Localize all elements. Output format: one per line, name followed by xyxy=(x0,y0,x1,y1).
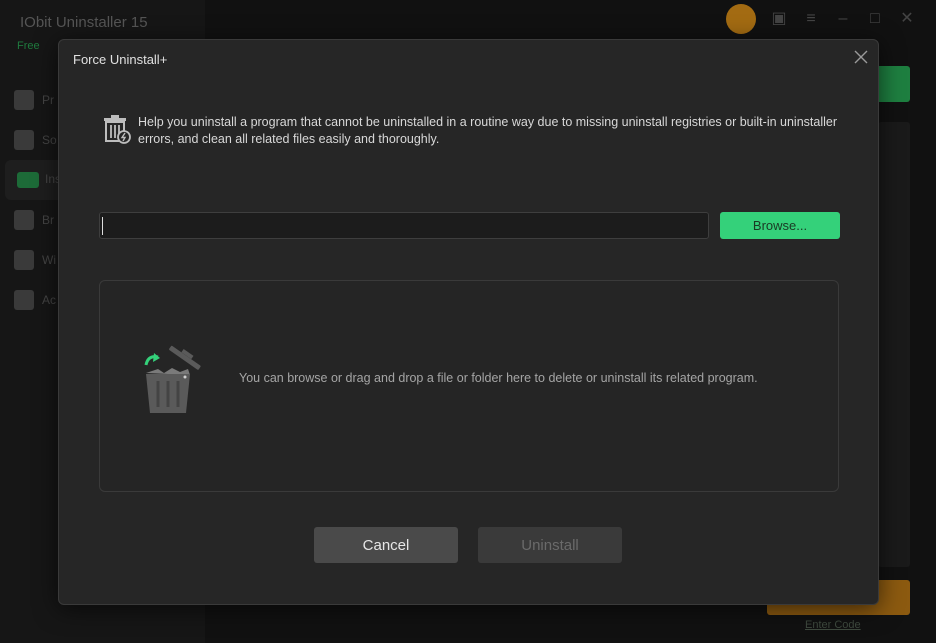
action-center-icon xyxy=(14,290,34,310)
uninstall-button[interactable]: Uninstall xyxy=(478,527,622,563)
sidebar-item-label: So xyxy=(42,133,57,147)
sidebar-item-windows[interactable]: Wi xyxy=(14,250,56,270)
sidebar-item-label: Ac xyxy=(42,293,57,307)
trash-drop-icon xyxy=(138,343,202,415)
window-close-icon[interactable]: ✕ xyxy=(898,10,916,28)
drop-zone[interactable]: You can browse or drag and drop a file o… xyxy=(99,280,839,492)
installer-icon xyxy=(17,172,39,188)
programs-icon xyxy=(14,90,34,110)
software-icon xyxy=(14,130,34,150)
sidebar-item-software[interactable]: So xyxy=(14,130,57,150)
trash-bolt-icon xyxy=(103,114,131,144)
intro-description: Help you uninstall a program that cannot… xyxy=(138,115,837,146)
plan-label: Free xyxy=(17,40,40,52)
browser-icon xyxy=(14,210,34,230)
text-cursor xyxy=(102,217,103,235)
drop-instruction: You can browse or drag and drop a file o… xyxy=(239,371,758,385)
dialog-title: Force Uninstall+ xyxy=(73,52,168,67)
sidebar-item-label: Br xyxy=(42,213,54,227)
close-icon[interactable] xyxy=(852,48,870,66)
sidebar-item-label: Pr xyxy=(42,93,54,107)
sidebar-item-browser[interactable]: Br xyxy=(14,210,54,230)
background-scroll-panel xyxy=(878,122,910,567)
force-uninstall-dialog: Force Uninstall+ Help you uninstall a pr… xyxy=(58,39,879,605)
gift-icon[interactable]: ▣ xyxy=(770,10,788,28)
minimize-icon[interactable]: – xyxy=(834,10,852,28)
windows-icon xyxy=(14,250,34,270)
sidebar-item-programs[interactable]: Pr xyxy=(14,90,54,110)
menu-icon[interactable]: ≡ xyxy=(802,10,820,28)
sidebar-item-label: Wi xyxy=(42,253,56,267)
browse-button[interactable]: Browse... xyxy=(720,212,840,239)
maximize-icon[interactable]: □ xyxy=(866,10,884,28)
sidebar-item-action-center[interactable]: Ac xyxy=(14,290,57,310)
avatar[interactable] xyxy=(726,4,756,34)
window-controls: ▣ ≡ – □ ✕ xyxy=(726,4,916,34)
enter-code-link[interactable]: Enter Code xyxy=(805,619,861,631)
cancel-button[interactable]: Cancel xyxy=(314,527,458,563)
path-input[interactable] xyxy=(99,212,709,239)
app-title: IObit Uninstaller 15 xyxy=(20,14,148,31)
